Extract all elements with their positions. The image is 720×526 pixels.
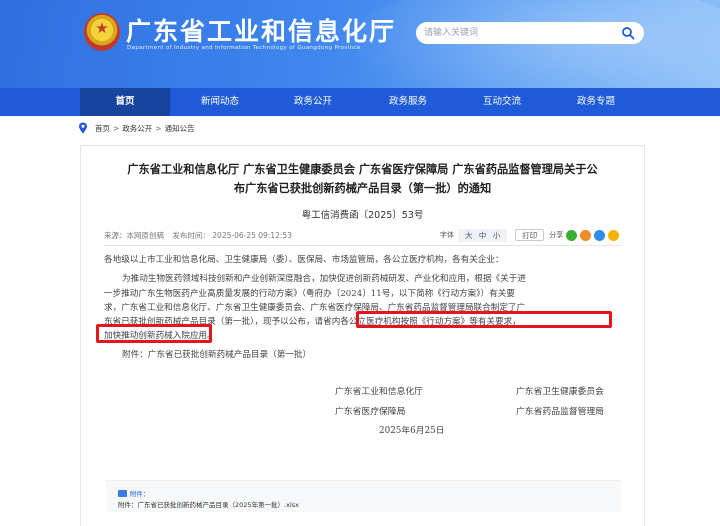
attachment-file-link[interactable]: 附件：广东省已获批创新药械产品目录（2025年第一批）.xlsx <box>118 499 299 509</box>
signatory-miit: 广东省工业和信息化厅 <box>335 387 423 397</box>
breadcrumb-separator: > <box>113 123 120 133</box>
nav-item-home[interactable]: 首页 <box>80 88 170 116</box>
wechat-share-icon[interactable] <box>566 229 578 241</box>
nav-item-interaction[interactable]: 互动交流 <box>457 88 547 116</box>
qq-share-icon[interactable] <box>594 229 606 241</box>
article-title-line1: 广东省工业和信息化厅 广东省卫生健康委员会 广东省医疗保障局 广东省药品监督管理… <box>127 163 598 176</box>
search-icon[interactable] <box>621 26 635 40</box>
attachment-header: 附件： <box>118 488 150 498</box>
location-pin-icon <box>79 122 87 134</box>
nav-item-news[interactable]: 新闻动态 <box>175 88 265 116</box>
addressee-line: 各地级以上市工业和信息化局、卫生健康局（委）、医保局、市场监管局，各公立医疗机构… <box>104 255 504 265</box>
highlight-box-1 <box>356 311 612 328</box>
share-label: 分享 <box>549 231 564 239</box>
font-size-large[interactable]: 大 <box>465 231 473 240</box>
site-title[interactable]: 广东省工业和信息化厅 <box>126 12 396 48</box>
document-number: 粤工信消费函〔2025〕53号 <box>301 210 424 221</box>
body-line-2: 一步推动广东生物医药产业高质量发展的行动方案》（粤府办〔2024〕11号，以下简… <box>104 289 515 299</box>
font-size-label: 字体 <box>440 231 454 239</box>
search-input[interactable] <box>424 25 614 41</box>
nav-item-topics[interactable]: 政务专题 <box>551 88 641 116</box>
meta-divider <box>104 245 621 246</box>
folder-icon <box>118 489 127 497</box>
signatory-medical-security: 广东省医疗保障局 <box>335 407 406 417</box>
article-title-line2: 布广东省已获批创新药械产品目录（第一批）的通知 <box>233 182 492 195</box>
attachment-note: 附件：广东省已获批创新药械产品目录（第一批） <box>122 350 312 360</box>
signatory-drug-admin: 广东省药品监督管理局 <box>516 407 604 417</box>
print-button[interactable]: 打印 <box>515 229 545 241</box>
weibo-share-icon[interactable] <box>580 229 592 241</box>
site-header: ★ 广东省工业和信息化厅 Department of Industry and … <box>0 0 720 88</box>
body-line-1: 为推动生物医药领域科技创新和产业创新深度融合，加快促进创新药械研发、产业化和应用… <box>122 274 526 284</box>
qzone-share-icon[interactable] <box>608 229 620 241</box>
sign-date: 2025年6月25日 <box>379 426 445 436</box>
national-emblem-icon: ★ <box>84 13 120 51</box>
search-box <box>416 22 644 44</box>
highlight-box-2 <box>96 324 212 343</box>
font-size-small[interactable]: 小 <box>493 231 501 240</box>
font-size-medium[interactable]: 中 <box>479 231 487 240</box>
article-tools: 字体 大 中 小 打印 分享 <box>440 228 620 242</box>
attachment-box: 附件： 附件：广东省已获批创新药械产品目录（2025年第一批）.xlsx <box>106 480 621 512</box>
breadcrumb: 首页 > 政务公开 > 通知公告 <box>78 121 195 135</box>
header-decoration <box>340 0 720 88</box>
breadcrumb-separator: > <box>155 123 162 133</box>
main-nav: 首页 新闻动态 政务公开 政务服务 互动交流 政务专题 <box>0 88 720 116</box>
article-source: 来源：本网原创稿 <box>104 231 164 240</box>
signatory-health: 广东省卫生健康委员会 <box>516 387 604 397</box>
breadcrumb-home[interactable]: 首页 <box>95 123 110 134</box>
attachment-header-label: 附件： <box>130 490 150 498</box>
publish-time: 发布时间： 2025-06-25 09:12:53 <box>172 231 292 240</box>
site-subtitle: Department of Industry and Information T… <box>127 45 361 51</box>
nav-item-gov-services[interactable]: 政务服务 <box>363 88 453 116</box>
article-title: 广东省工业和信息化厅 广东省卫生健康委员会 广东省医疗保障局 广东省药品监督管理… <box>100 160 625 198</box>
breadcrumb-gov-affairs[interactable]: 政务公开 <box>122 123 152 134</box>
font-size-switch: 大 中 小 <box>458 228 508 242</box>
breadcrumb-notices[interactable]: 通知公告 <box>165 123 195 134</box>
nav-item-gov-affairs[interactable]: 政务公开 <box>268 88 358 116</box>
article-meta: 来源：本网原创稿 发布时间： 2025-06-25 09:12:53 <box>104 230 298 241</box>
